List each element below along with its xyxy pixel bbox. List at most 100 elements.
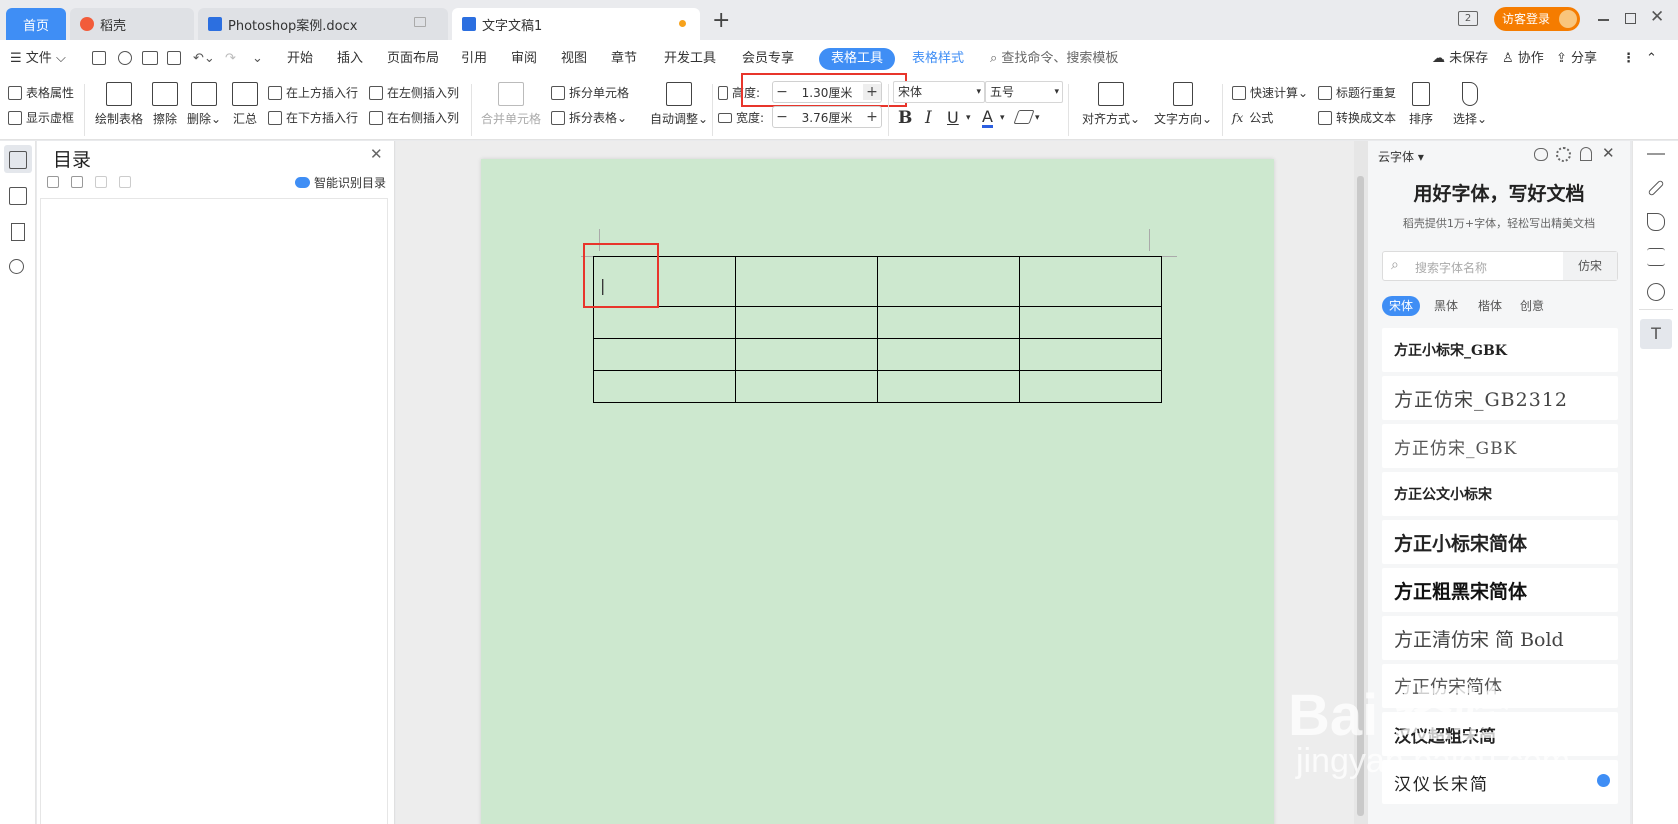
repeat-header-button[interactable]: 标题行重复	[1318, 84, 1396, 101]
collapse-all-icon[interactable]	[71, 176, 83, 188]
show-grid-button[interactable]: 显示虚框	[8, 109, 74, 126]
italic-button[interactable]: I	[925, 108, 932, 128]
tab-daoke[interactable]: 稻壳	[70, 8, 194, 40]
font-item[interactable]: 方正粗黑宋简体	[1382, 568, 1618, 612]
remove-level-icon[interactable]	[119, 176, 131, 188]
table-cell[interactable]	[593, 338, 736, 371]
vertical-scrollbar[interactable]	[1354, 141, 1368, 824]
menu-insert[interactable]: 插入	[337, 40, 363, 78]
toc-icon[interactable]	[9, 151, 27, 169]
new-tab-button[interactable]: +	[712, 8, 730, 33]
font-size-select[interactable]: 五号 ▾	[985, 81, 1063, 103]
print-icon[interactable]	[142, 51, 158, 65]
split-table-button[interactable]: 拆分表格 ⌄	[551, 109, 627, 126]
print-preview-icon[interactable]	[167, 51, 181, 65]
to-text-button[interactable]: 转换成文本	[1318, 109, 1396, 126]
font-item[interactable]: 方正清仿宋 简 Bold	[1382, 616, 1618, 660]
font-color-dropdown-icon[interactable]: ▾	[1000, 113, 1005, 123]
table-cell[interactable]	[877, 306, 1020, 339]
underline-dropdown-icon[interactable]: ▾	[966, 113, 971, 123]
font-item[interactable]: 汉仪长宋简	[1382, 760, 1618, 804]
scroll-thumb[interactable]	[1357, 176, 1364, 816]
text-direction-button[interactable]: 文字方向⌄	[1152, 82, 1214, 127]
delete-button[interactable]: 删除⌄	[186, 82, 222, 127]
cloud-font-dropdown[interactable]: 云字体 ▾	[1378, 148, 1424, 165]
tab-photoshop-doc[interactable]: Photoshop案例.docx	[198, 8, 448, 40]
share-button[interactable]: ⇪ 分享	[1556, 40, 1597, 78]
highlighter-icon[interactable]	[1013, 110, 1035, 124]
font-search-box[interactable]: ⌕ 搜索字体名称 仿宋	[1382, 251, 1618, 281]
gear-icon[interactable]	[1556, 147, 1571, 162]
table-cell[interactable]	[735, 306, 878, 339]
undo-icon[interactable]: ↶⌄	[193, 40, 215, 78]
collab-button[interactable]: ♙ 协作	[1502, 40, 1544, 78]
chat-icon[interactable]	[1534, 148, 1548, 161]
table-cell[interactable]	[1019, 370, 1162, 403]
format-painter-icon[interactable]	[118, 51, 132, 65]
menu-review[interactable]: 审阅	[511, 40, 537, 78]
insert-col-right-button[interactable]: 在右侧插入列	[369, 109, 459, 126]
pen-icon[interactable]	[1647, 179, 1665, 197]
menu-page-layout[interactable]: 页面布局	[387, 40, 439, 78]
sort-button[interactable]: 排序	[1404, 82, 1438, 127]
menu-references[interactable]: 引用	[461, 40, 487, 78]
close-icon[interactable]: ✕	[1602, 144, 1615, 162]
font-item[interactable]: 方正仿宋简体	[1382, 664, 1618, 708]
select-button[interactable]: 选择⌄	[1450, 82, 1490, 127]
table-cell[interactable]	[735, 256, 878, 307]
pin-icon[interactable]	[1580, 147, 1592, 161]
menu-start[interactable]: 开始	[287, 40, 313, 78]
visitor-login-button[interactable]: 访客登录	[1494, 7, 1580, 31]
width-value[interactable]: 3.76厘米	[791, 109, 863, 126]
tab-table-style[interactable]: 表格样式	[912, 40, 964, 78]
category-heiti[interactable]: 黑体	[1434, 296, 1458, 316]
increase-width-button[interactable]: +	[863, 109, 881, 125]
search-command[interactable]: ⌕ 查找命令、搜索模板	[990, 40, 1118, 78]
table-cell[interactable]	[1019, 338, 1162, 371]
minimize-icon[interactable]	[1598, 19, 1609, 21]
menu-chapter[interactable]: 章节	[611, 40, 637, 78]
expand-all-icon[interactable]	[47, 176, 59, 188]
table-cell[interactable]	[877, 338, 1020, 371]
summary-button[interactable]: 汇总	[230, 82, 260, 127]
insert-row-below-button[interactable]: 在下方插入行	[268, 109, 358, 126]
width-stepper[interactable]: − 3.76厘米 +	[772, 106, 882, 128]
redo-icon[interactable]: ↷	[225, 40, 236, 78]
navigation-icon[interactable]	[9, 187, 27, 205]
table-cell[interactable]	[735, 370, 878, 403]
font-item[interactable]: 方正小标宋简体	[1382, 520, 1618, 564]
align-button[interactable]: 对齐方式⌄	[1080, 82, 1142, 127]
formula-button[interactable]: fx 公式	[1232, 109, 1273, 126]
font-item[interactable]: 方正仿宋_GB2312	[1382, 376, 1618, 420]
document-page[interactable]: |	[481, 159, 1274, 824]
bookmark-icon[interactable]	[11, 223, 25, 241]
help-icon[interactable]	[1647, 283, 1665, 301]
collapse-ribbon-icon[interactable]: ⌃	[1646, 40, 1657, 78]
tab-home[interactable]: 首页	[6, 8, 66, 40]
cursor-icon[interactable]	[1647, 213, 1665, 231]
font-item[interactable]: 方正公文小标宋	[1382, 472, 1618, 516]
auto-adjust-button[interactable]: 自动调整⌄	[650, 82, 708, 127]
add-level-icon[interactable]	[95, 176, 107, 188]
save-icon[interactable]	[92, 51, 106, 65]
text-font-icon[interactable]: T	[1640, 319, 1672, 349]
bold-button[interactable]: B	[898, 108, 912, 128]
close-icon[interactable]: ✕	[370, 145, 383, 163]
quick-access-more-icon[interactable]: ⌄	[252, 40, 263, 78]
table-cell[interactable]	[1019, 256, 1162, 307]
menu-view[interactable]: 视图	[561, 40, 587, 78]
table-cell[interactable]	[593, 370, 736, 403]
merge-cells-button[interactable]: 合并单元格	[478, 82, 544, 127]
maximize-icon[interactable]	[1625, 13, 1636, 24]
table-cell[interactable]	[877, 256, 1020, 307]
font-search-input[interactable]: 搜索字体名称	[1415, 259, 1487, 276]
tab-current-doc[interactable]: 文字文稿1	[452, 8, 700, 40]
draw-table-button[interactable]: 绘制表格	[94, 82, 144, 127]
smart-toc-button[interactable]: 智能识别目录	[295, 174, 386, 191]
category-kaiti[interactable]: 楷体	[1478, 296, 1502, 316]
table-cell[interactable]	[735, 338, 878, 371]
close-window-icon[interactable]: ✕	[1650, 7, 1664, 27]
category-creative[interactable]: 创意	[1520, 296, 1544, 316]
font-item[interactable]: 方正小标宋_GBK	[1382, 328, 1618, 372]
font-name-select[interactable]: 宋体 ▾	[893, 81, 985, 103]
